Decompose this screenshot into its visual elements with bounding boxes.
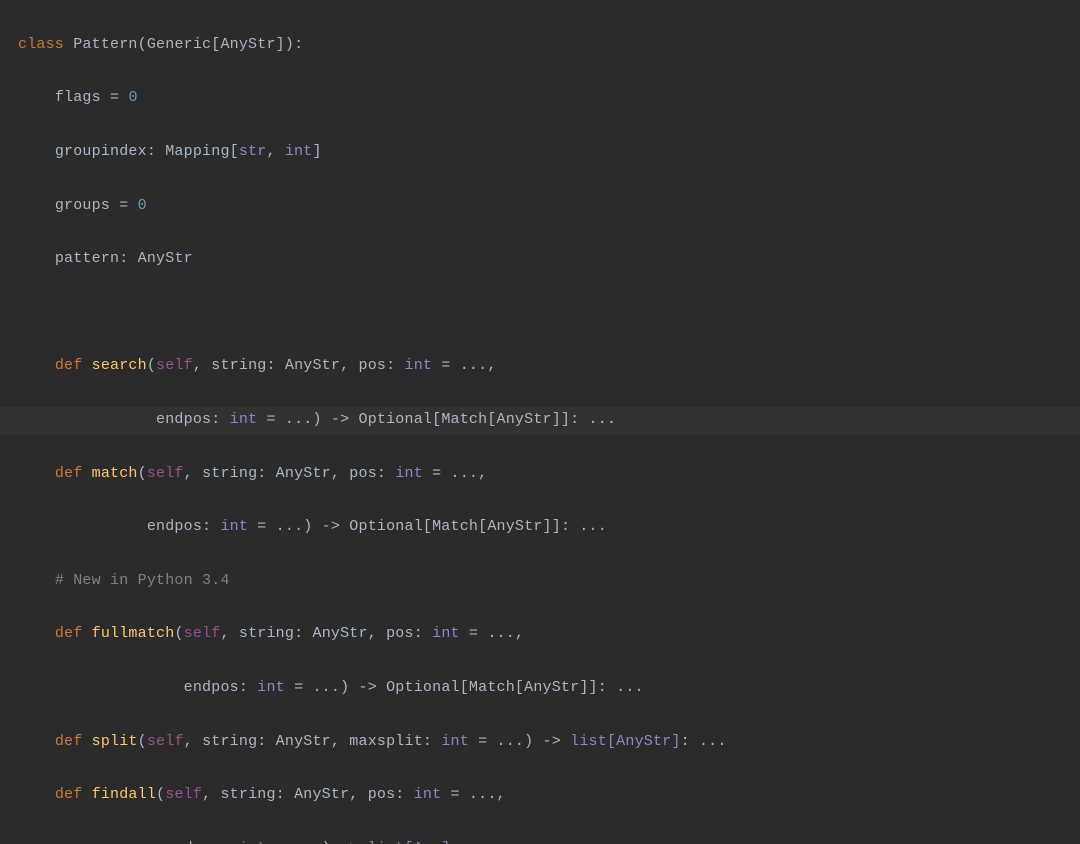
code-line: groupindex: Mapping[str, int] <box>18 139 1080 166</box>
code-line: endpos: int = ...) -> list[Any]: ... <box>18 836 1080 844</box>
code-line: def fullmatch(self, string: AnyStr, pos:… <box>18 621 1080 648</box>
code-line: def split(self, string: AnyStr, maxsplit… <box>18 729 1080 756</box>
code-line: groups = 0 <box>18 193 1080 220</box>
code-line: def findall(self, string: AnyStr, pos: i… <box>18 782 1080 809</box>
code-line: endpos: int = ...) -> Optional[Match[Any… <box>18 675 1080 702</box>
func-fullmatch: fullmatch <box>92 625 175 642</box>
func-findall: findall <box>92 786 156 803</box>
code-line-highlighted: endpos: int = ...) -> Optional[Match[Any… <box>0 407 1080 434</box>
code-line: pattern: AnyStr <box>18 246 1080 273</box>
func-match: match <box>92 465 138 482</box>
func-search: search <box>92 357 147 374</box>
code-line: endpos: int = ...) -> Optional[Match[Any… <box>18 514 1080 541</box>
class-name: Pattern <box>73 36 137 53</box>
code-line <box>18 300 1080 327</box>
comment: # New in Python 3.4 <box>55 572 230 589</box>
code-line: class Pattern(Generic[AnyStr]): <box>18 32 1080 59</box>
code-line: def match(self, string: AnyStr, pos: int… <box>18 461 1080 488</box>
code-line: # New in Python 3.4 <box>18 568 1080 595</box>
code-editor[interactable]: class Pattern(Generic[AnyStr]): flags = … <box>0 0 1080 844</box>
func-split: split <box>92 733 138 750</box>
keyword-class: class <box>18 36 64 53</box>
code-line: def search(self, string: AnyStr, pos: in… <box>18 353 1080 380</box>
code-line: flags = 0 <box>18 85 1080 112</box>
